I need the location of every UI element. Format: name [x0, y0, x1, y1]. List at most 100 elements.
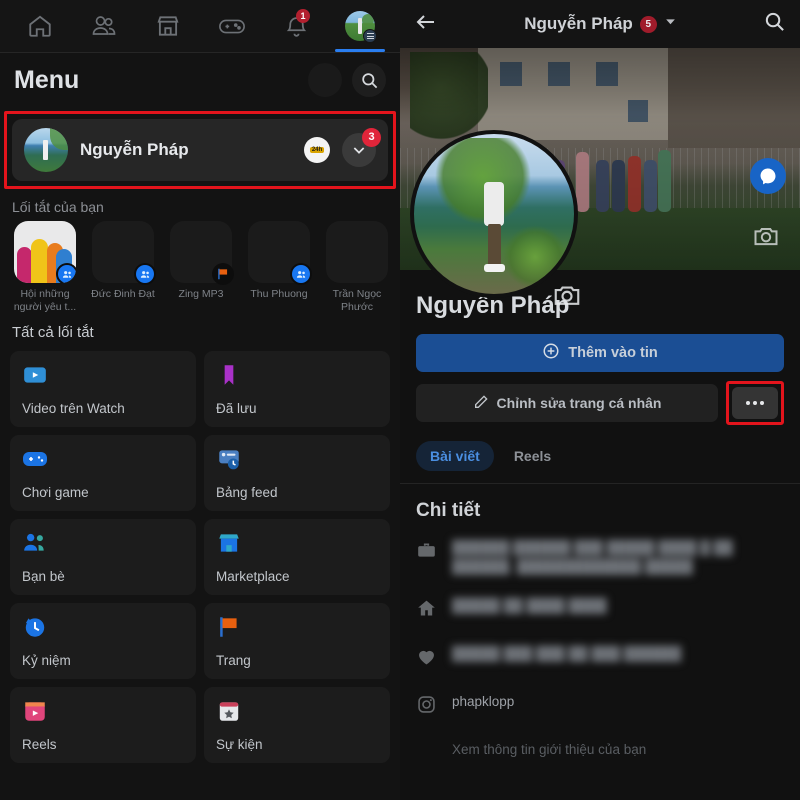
menu-header: Menu	[0, 53, 400, 105]
marketplace-icon	[155, 13, 181, 39]
shortcut-item[interactable]: Zing MP3	[166, 221, 236, 314]
cover-person	[612, 160, 625, 212]
profile-row-highlight-box: Nguyễn Pháp 24h 3	[4, 111, 396, 189]
pages-flag-icon	[216, 614, 242, 640]
shortcut-item[interactable]: Đức Đinh Đạt	[88, 221, 158, 314]
shortcut-thumbnail	[92, 221, 156, 285]
nav-tab-friends[interactable]	[72, 0, 136, 52]
heart-icon	[416, 644, 438, 672]
info-icon	[416, 740, 438, 742]
detail-text: phapklopp	[452, 694, 515, 709]
detail-row[interactable]: █████ ███ ███ ██ ███ ██████	[400, 634, 800, 682]
profile-name: Nguyễn Pháp	[80, 140, 189, 159]
avatar-person-shoes	[484, 264, 505, 272]
detail-row[interactable]: █████ ██ ████ ████	[400, 586, 800, 634]
tile-feeds[interactable]: Bảng feed	[204, 435, 390, 511]
group-icon	[56, 263, 76, 283]
story-24h-badge[interactable]: 24h	[304, 137, 330, 163]
profile-notification-badge: 3	[362, 128, 381, 147]
back-arrow-icon[interactable]	[414, 10, 438, 39]
add-to-story-button[interactable]: Thêm vào tin	[416, 334, 784, 372]
more-dots-icon[interactable]	[732, 387, 778, 419]
profile-action-row: Chỉnh sửa trang cá nhân	[416, 381, 784, 425]
feeds-icon	[216, 446, 242, 472]
profile-expand-wrap: 3	[342, 128, 381, 167]
nav-tab-notifications[interactable]: 1	[264, 0, 328, 52]
shortcut-item[interactable]: Trần Ngọc Phước	[322, 221, 392, 314]
detail-row[interactable]: phapklopp	[400, 682, 800, 730]
friends-icon	[22, 530, 48, 556]
camera-icon[interactable]	[552, 280, 582, 310]
avatar-person	[358, 18, 362, 34]
search-icon[interactable]	[763, 10, 786, 38]
page-title: Menu	[14, 65, 80, 94]
cover-person	[596, 160, 609, 212]
tile-label: Đã lưu	[216, 401, 257, 416]
nav-tab-menu-profile[interactable]	[328, 0, 392, 52]
details-footer-label: Xem thông tin giới thiệu của bạn	[452, 742, 647, 757]
detail-text: █████ ██ ████ ████	[452, 598, 607, 613]
tile-friends[interactable]: Bạn bè	[10, 519, 196, 595]
search-icon[interactable]	[352, 63, 386, 97]
shortcut-label: Thu Phuong	[250, 288, 308, 300]
notifications-badge: 1	[296, 9, 310, 23]
tile-label: Marketplace	[216, 569, 290, 584]
chevron-down-icon[interactable]	[664, 15, 677, 33]
menu-header-actions	[308, 63, 386, 97]
friends-icon	[91, 13, 117, 39]
menu-tiles-grid: Video trên Watch Đã lưu Chơi game Bảng f…	[0, 347, 400, 773]
shortcuts-strip: Hội những người yêu t... Đức Đinh Đạt Zi…	[0, 221, 400, 314]
tile-label: Bạn bè	[22, 569, 65, 584]
avatar[interactable]	[410, 130, 578, 298]
camera-icon[interactable]	[752, 222, 780, 250]
cover-person	[644, 160, 657, 212]
page-title: Nguyễn Pháp	[524, 14, 633, 33]
avatar-foliage	[362, 14, 374, 26]
cover-person	[628, 156, 641, 212]
messenger-icon[interactable]	[750, 158, 786, 194]
edit-profile-button[interactable]: Chỉnh sửa trang cá nhân	[416, 384, 718, 422]
tab-reels[interactable]: Reels	[500, 441, 565, 471]
detail-row-footer[interactable]: Xem thông tin giới thiệu của bạn	[400, 730, 800, 769]
tile-label: Trang	[216, 653, 251, 668]
tile-pages[interactable]: Trang	[204, 603, 390, 679]
profile-title-group[interactable]: Nguyễn Pháp 5	[438, 14, 763, 34]
profile-avatar-icon	[345, 11, 377, 43]
status-badge: 5	[639, 15, 657, 33]
detail-text: ██████ ██████ ███ █████ ████ █ ██ ██████…	[452, 540, 733, 574]
avatar-foliage	[428, 138, 538, 224]
edit-profile-label: Chỉnh sửa trang cá nhân	[496, 395, 662, 411]
page-flag-icon	[212, 263, 234, 285]
avatar	[24, 128, 68, 172]
tile-saved[interactable]: Đã lưu	[204, 351, 390, 427]
detail-row[interactable]: ██████ ██████ ███ █████ ████ █ ██ ██████…	[400, 528, 800, 586]
nav-tab-gaming[interactable]	[200, 0, 264, 52]
tile-reels[interactable]: Reels	[10, 687, 196, 763]
tile-marketplace[interactable]: Marketplace	[204, 519, 390, 595]
all-shortcuts-label: Tất cả lối tắt	[12, 324, 94, 341]
memories-clock-icon	[22, 614, 48, 640]
tab-posts[interactable]: Bài viết	[416, 441, 494, 471]
cover-window	[548, 62, 570, 86]
shortcut-item[interactable]: Hội những người yêu t...	[10, 221, 80, 314]
tile-label: Kỷ niệm	[22, 653, 71, 668]
shortcut-item[interactable]: Thu Phuong	[244, 221, 314, 314]
details-section-title: Chi tiết	[416, 500, 481, 521]
screenshot-root: 1 Menu Nguyễn Pháp 24h 3 Lối tắt của bạn…	[0, 0, 800, 800]
instagram-icon	[416, 692, 438, 720]
tile-label: Reels	[22, 737, 57, 752]
tile-gaming[interactable]: Chơi game	[10, 435, 196, 511]
settings-circle-icon[interactable]	[308, 63, 342, 97]
nav-tab-home[interactable]	[8, 0, 72, 52]
shortcut-label: Zing MP3	[178, 288, 224, 300]
home-solid-icon	[416, 596, 438, 624]
menu-profile-row[interactable]: Nguyễn Pháp 24h 3	[12, 119, 388, 181]
tile-memories[interactable]: Kỷ niệm	[10, 603, 196, 679]
nav-tab-marketplace[interactable]	[136, 0, 200, 52]
cover-person	[658, 150, 671, 212]
cover-building	[478, 48, 668, 140]
story-24h-label: 24h	[309, 147, 325, 153]
top-navigation-bar: 1	[0, 0, 400, 52]
tile-video-watch[interactable]: Video trên Watch	[10, 351, 196, 427]
tile-events[interactable]: Sự kiện	[204, 687, 390, 763]
